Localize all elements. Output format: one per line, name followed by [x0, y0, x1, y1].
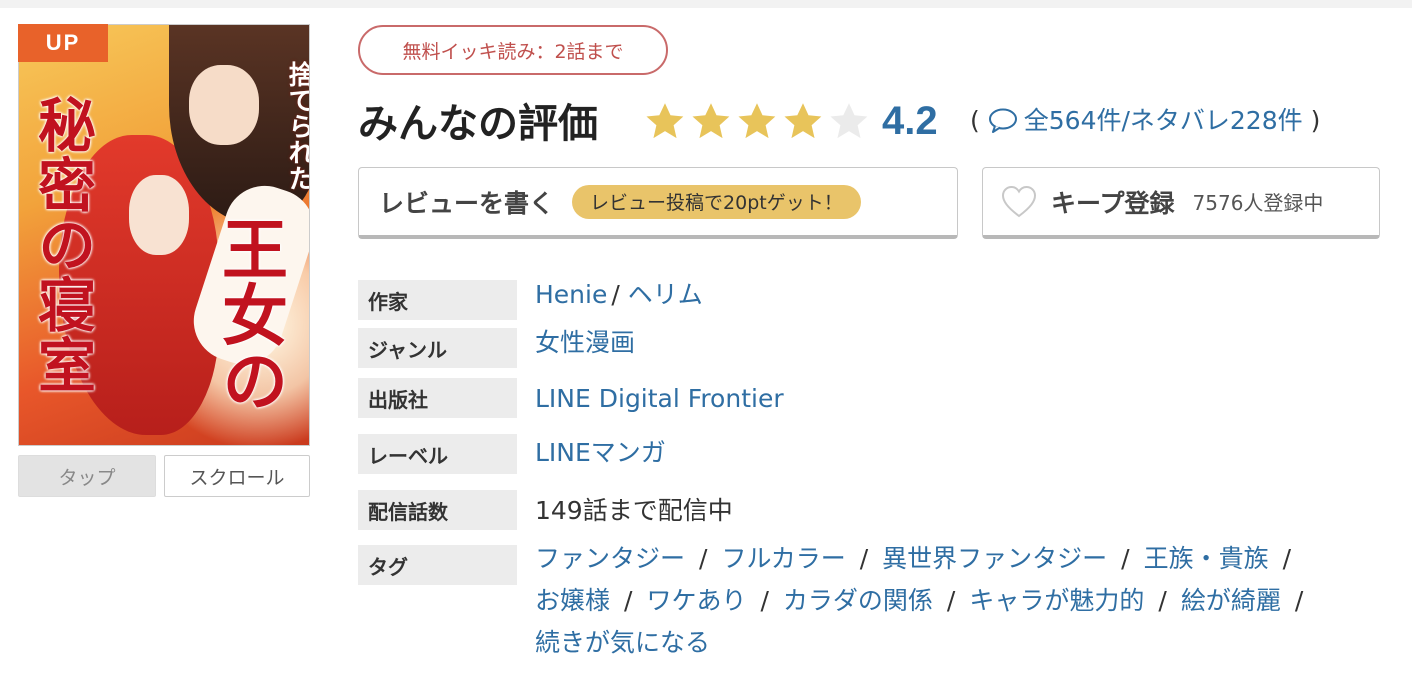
tag-link[interactable]: お嬢様 [535, 586, 610, 615]
info-row-genre: ジャンル 女性漫画 [358, 328, 635, 368]
cover-face-man [189, 65, 259, 145]
info-row-episodes: 配信話数 149話まで配信中 [358, 490, 733, 532]
cover-face-woman [129, 175, 189, 255]
star-filled-icon [692, 103, 730, 139]
review-counts: ( 全564件/ネタバレ228件 ) [962, 104, 1328, 138]
episodes-value: 149話まで配信中 [535, 496, 733, 525]
publisher-link[interactable]: LINE Digital Frontier [535, 378, 784, 420]
info-row-tags: タグ [358, 545, 517, 585]
author-sep: / [611, 280, 620, 309]
imprint-link[interactable]: LINEマンガ [535, 432, 666, 474]
free-read-badge: 無料イッキ読み：2話まで [358, 25, 668, 75]
review-count-link[interactable]: 全564件/ネタバレ228件 [1024, 104, 1303, 138]
tag-link[interactable]: 絵が綺麗 [1181, 586, 1281, 615]
keep-label: キープ登録 [1051, 188, 1175, 218]
scroll-mode-button[interactable]: スクロール [164, 455, 310, 497]
genre-label: ジャンル [358, 328, 517, 368]
tag-link[interactable]: 続きが気になる [535, 628, 710, 657]
tag-link[interactable]: ワケあり [646, 586, 746, 615]
info-row-imprint: レーベル LINEマンガ [358, 434, 666, 474]
close-paren: ) [1310, 106, 1321, 135]
tags-label: タグ [358, 545, 517, 585]
keep-button[interactable]: キープ登録 7576人登録中 [982, 167, 1380, 239]
tag-link[interactable]: 王族・貴族 [1144, 544, 1269, 573]
author-link-henie[interactable]: Henie [535, 280, 607, 309]
tag-sep: / [859, 544, 869, 573]
author-values: Henie / ヘリム [535, 274, 703, 316]
tag-sep: / [699, 544, 708, 573]
tag-sep: / [1282, 544, 1292, 573]
rating-stars [643, 100, 871, 144]
imprint-label: レーベル [358, 434, 517, 474]
top-bar [0, 0, 1412, 8]
cover-title-main: 秘密の寝室 [28, 95, 96, 395]
tag-list: ファンタジー / フルカラー / 異世界ファンタジー / 王族・貴族 / お嬢様 / ワケあり / カラ… [535, 538, 1405, 664]
up-badge: UP [18, 24, 108, 62]
tag-link[interactable]: ファンタジー [535, 544, 685, 573]
author-label: 作家 [358, 280, 517, 320]
star-filled-icon [784, 103, 822, 139]
keep-count: 7576人登録中 [1192, 191, 1324, 215]
open-paren: ( [970, 106, 980, 135]
tag-sep: / [946, 586, 956, 615]
write-review-label: レビューを書く [379, 188, 555, 218]
publisher-label: 出版社 [358, 378, 517, 418]
write-review-button[interactable]: レビューを書く レビュー投稿で20ptゲット！ [358, 167, 958, 239]
star-filled-icon [738, 103, 776, 139]
tag-sep: / [760, 586, 769, 615]
rating-title: みんなの評価 [358, 101, 598, 147]
comment-bubble-icon [988, 108, 1017, 133]
review-promo-pill: レビュー投稿で20ptゲット！ [572, 184, 861, 219]
tag-sep: / [1294, 586, 1304, 615]
tag-sep: / [1121, 544, 1130, 573]
author-link-herim[interactable]: ヘリム [628, 280, 703, 309]
star-empty-icon [830, 103, 868, 139]
genre-link[interactable]: 女性漫画 [535, 322, 635, 364]
cover-title-sub: 捨てられた [284, 61, 310, 191]
episodes-label: 配信話数 [358, 490, 517, 530]
info-row-publisher: 出版社 LINE Digital Frontier [358, 378, 784, 420]
tag-link[interactable]: フルカラー [721, 544, 845, 573]
cover-image[interactable]: 秘密の寝室 捨てられた 王女の [18, 24, 310, 446]
rating-score: 4.2 [882, 99, 938, 143]
tag-link[interactable]: カラダの関係 [783, 586, 933, 615]
cover-title-princess: 王女の [211, 215, 289, 413]
heart-icon [1001, 185, 1037, 217]
tag-link[interactable]: 異世界ファンタジー [882, 544, 1107, 573]
tag-sep: / [624, 586, 633, 615]
tap-mode-button[interactable]: タップ [18, 455, 156, 497]
tag-link[interactable]: キャラが魅力的 [969, 586, 1144, 615]
star-filled-icon [646, 103, 684, 139]
tag-sep: / [1158, 586, 1167, 615]
info-row-author: 作家 Henie / ヘリム [358, 280, 703, 320]
